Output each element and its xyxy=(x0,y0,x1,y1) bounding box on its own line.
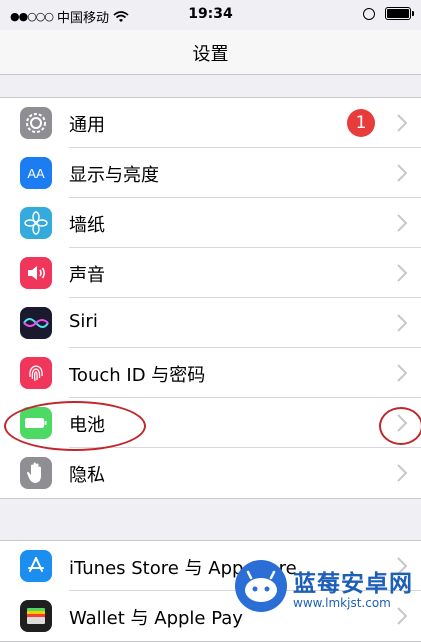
chevron-right-icon xyxy=(397,364,407,382)
watermark-title: 蓝莓安卓网 xyxy=(293,571,413,597)
settings-row-siri[interactable]: Siri xyxy=(0,298,421,348)
settings-row-touch-id[interactable]: Touch ID 与密码 xyxy=(0,348,421,398)
chevron-right-icon xyxy=(397,114,407,132)
settings-row-privacy[interactable]: 隐私 xyxy=(0,448,421,498)
settings-row-label: 通用 xyxy=(69,115,105,136)
settings-row-label: 电池 xyxy=(69,415,105,436)
settings-row-general[interactable]: 通用 1 xyxy=(0,98,421,148)
wallpaper-flower-icon xyxy=(20,207,52,239)
status-right xyxy=(363,7,414,20)
gear-icon xyxy=(20,107,52,139)
notification-badge: 1 xyxy=(347,109,375,137)
status-time: 19:34 xyxy=(188,6,233,22)
settings-row-wallpaper[interactable]: 墙纸 xyxy=(0,198,421,248)
chevron-right-icon xyxy=(397,414,407,432)
status-bar: ●●○○○ 中国移动 19:34 xyxy=(0,0,421,30)
chevron-right-icon xyxy=(397,214,407,232)
chevron-right-icon xyxy=(397,314,407,332)
settings-row-battery[interactable]: 电池 xyxy=(0,398,421,448)
app-store-icon xyxy=(20,550,52,582)
settings-row-label: 隐私 xyxy=(69,465,105,486)
site-watermark: 蓝莓安卓网 www.lmkjst.com xyxy=(233,558,421,620)
navigation-bar: 设置 xyxy=(0,30,421,75)
chevron-right-icon xyxy=(397,164,407,182)
hand-icon xyxy=(20,457,52,489)
wallet-icon xyxy=(20,600,52,632)
fingerprint-icon xyxy=(20,357,52,389)
alarm-icon xyxy=(363,7,375,20)
watermark-url: www.lmkjst.com xyxy=(293,596,391,610)
watermark-logo-icon xyxy=(235,560,287,612)
settings-row-display[interactable]: AA 显示与亮度 xyxy=(0,148,421,198)
siri-icon xyxy=(20,307,52,339)
settings-row-label: 声音 xyxy=(69,265,105,286)
settings-row-sounds[interactable]: 声音 xyxy=(0,248,421,298)
battery-icon xyxy=(20,407,52,439)
display-aa-icon: AA xyxy=(20,157,52,189)
battery-status-icon xyxy=(385,7,414,20)
chevron-right-icon xyxy=(397,464,407,482)
chevron-right-icon xyxy=(397,264,407,282)
settings-row-label: Touch ID 与密码 xyxy=(69,365,206,386)
settings-row-label: Siri xyxy=(69,311,98,332)
page-title: 设置 xyxy=(192,44,229,65)
settings-row-label: 显示与亮度 xyxy=(69,165,159,186)
battery-fill xyxy=(387,9,409,18)
speaker-icon xyxy=(20,257,52,289)
settings-row-label: Wallet 与 Apple Pay xyxy=(69,608,243,629)
settings-group-main: 通用 1 AA 显示与亮度 墙纸 声音 Siri Touch ID 与密码 电池… xyxy=(0,97,421,499)
settings-row-label: 墙纸 xyxy=(69,215,105,236)
